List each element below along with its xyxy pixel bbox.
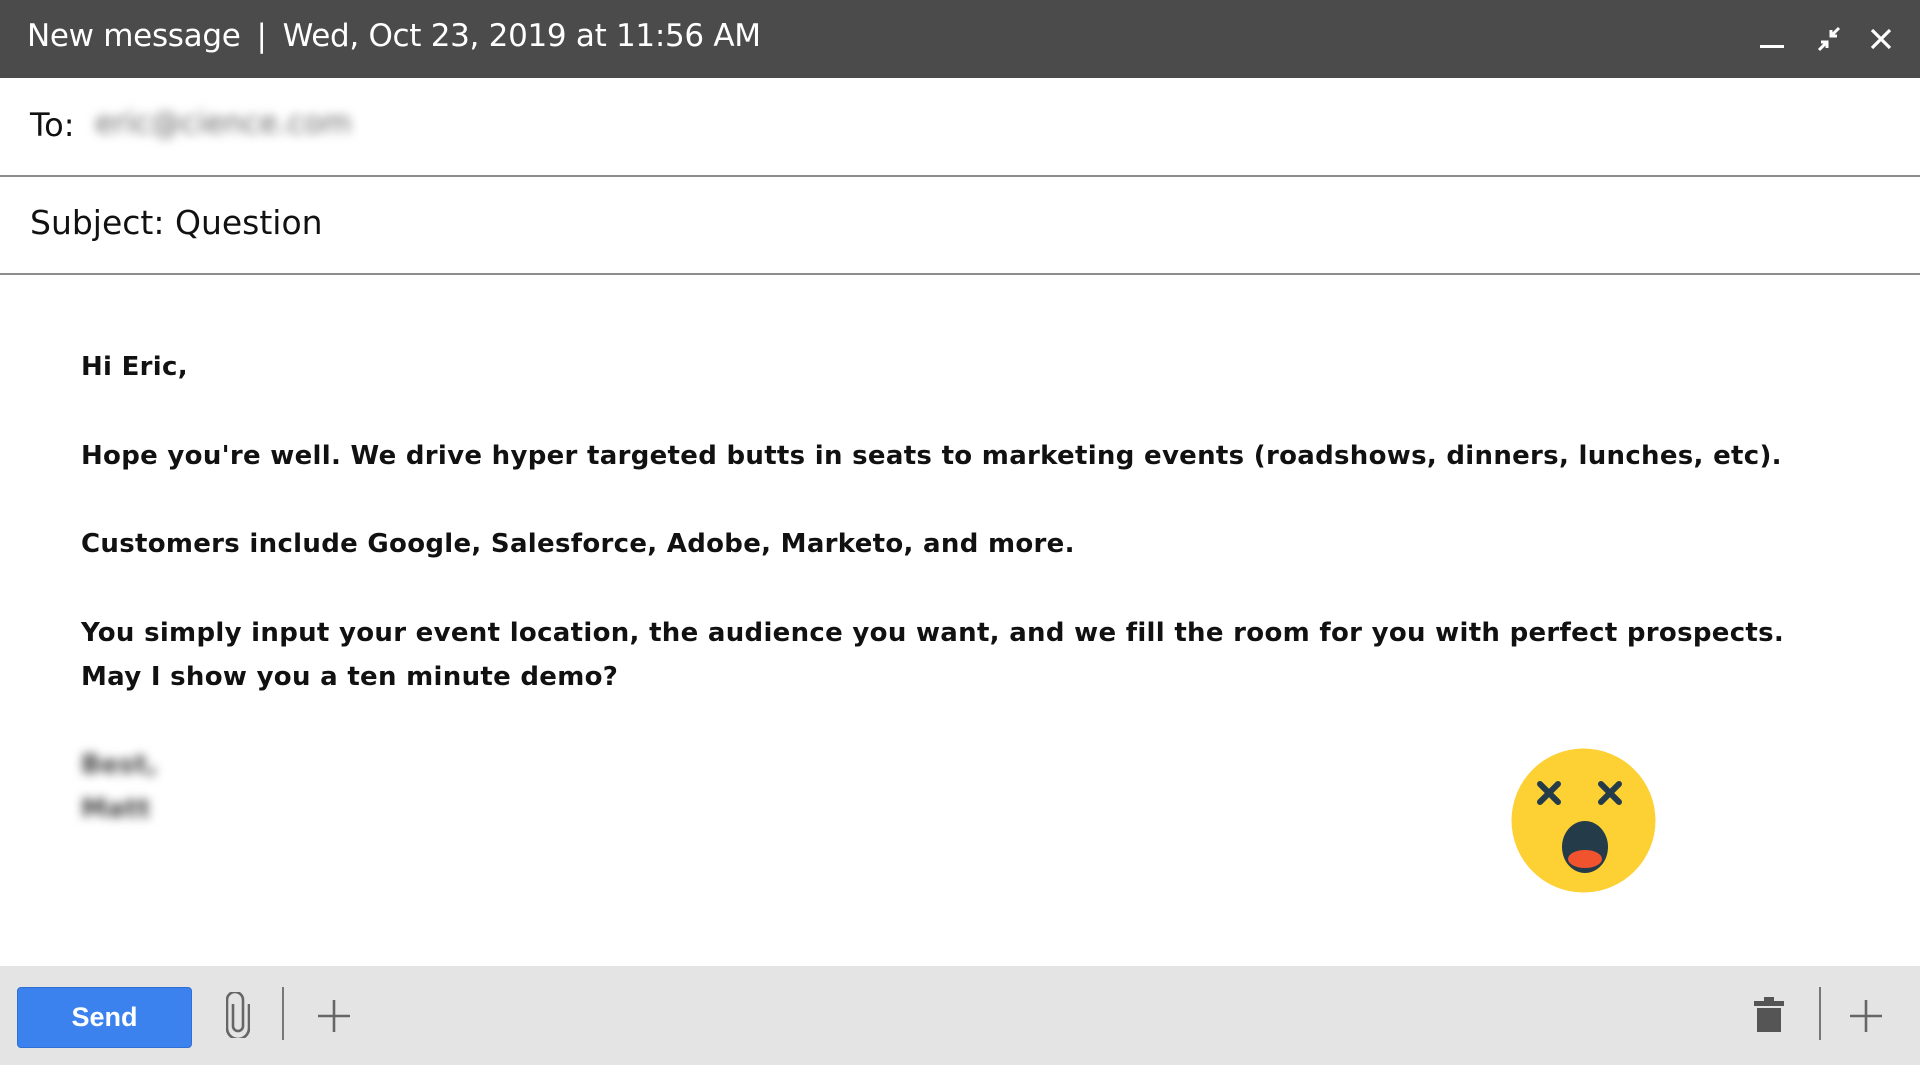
- close-icon: [1870, 28, 1892, 50]
- subject-input[interactable]: Subject: Question: [30, 203, 323, 242]
- body-greeting: Hi Eric,: [81, 352, 188, 382]
- body-signoff-blurred: Best,: [81, 750, 158, 780]
- to-label: To:: [30, 106, 75, 144]
- plus-icon: [1850, 1000, 1882, 1032]
- to-recipient-blurred[interactable]: eric@cience.com: [95, 106, 351, 141]
- discard-draft-button[interactable]: [1754, 997, 1784, 1033]
- paperclip-icon: [226, 992, 250, 1038]
- attach-file-button[interactable]: [226, 992, 250, 1038]
- body-paragraph-2: Customers include Google, Salesforce, Ad…: [81, 529, 1075, 559]
- dizzy-shocked-face-icon: [1511, 748, 1656, 893]
- title-separator: |: [256, 18, 267, 54]
- subject-field-row[interactable]: Subject: Question: [0, 177, 1920, 275]
- message-timestamp: Wed, Oct 23, 2019 at 11:56 AM: [282, 18, 761, 54]
- compose-footer-toolbar: Send: [0, 966, 1920, 1065]
- minimize-button[interactable]: [1755, 22, 1789, 56]
- more-options-button[interactable]: [317, 999, 351, 1033]
- body-paragraph-1: Hope you're well. We drive hyper targete…: [81, 441, 1782, 471]
- exit-fullscreen-icon: [1817, 26, 1841, 52]
- more-options-right-button[interactable]: [1849, 999, 1883, 1033]
- window-title: New message | Wed, Oct 23, 2019 at 11:56 A…: [27, 18, 761, 54]
- body-paragraph-3-line-1: You simply input your event location, th…: [81, 618, 1785, 648]
- toolbar-divider: [1819, 987, 1821, 1040]
- toolbar-divider: [282, 987, 284, 1040]
- send-button[interactable]: Send: [17, 987, 192, 1048]
- plus-icon: [318, 1000, 350, 1032]
- title-text: New message: [27, 18, 241, 54]
- trash-icon: [1754, 997, 1784, 1032]
- body-paragraph-3-line-2: May I show you a ten minute demo?: [81, 662, 619, 692]
- exit-fullscreen-button[interactable]: [1812, 22, 1846, 56]
- compose-titlebar: New message | Wed, Oct 23, 2019 at 11:56 A…: [0, 0, 1920, 78]
- minimize-icon: [1760, 45, 1784, 48]
- body-signature-blurred: Matt: [81, 794, 151, 824]
- to-field-row[interactable]: To: eric@cience.com: [0, 78, 1920, 177]
- close-button[interactable]: [1864, 22, 1898, 56]
